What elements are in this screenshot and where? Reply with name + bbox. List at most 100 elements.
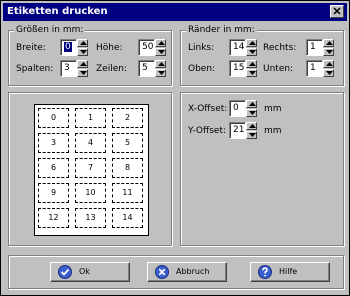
links-up-button[interactable]	[246, 39, 257, 47]
spalten-up-button[interactable]	[77, 60, 88, 68]
unten-input[interactable]: 1	[306, 60, 323, 77]
x-offset-down-button[interactable]	[246, 109, 257, 117]
cancel-icon	[155, 265, 169, 279]
rechts-label: Rechts:	[263, 43, 297, 53]
hoehe-down-button[interactable]	[155, 48, 166, 56]
rechts-up-button[interactable]	[323, 39, 334, 47]
unten-down-button[interactable]	[323, 69, 334, 77]
checkmark-icon	[58, 265, 72, 279]
arrow-down-icon	[158, 50, 165, 54]
spalten-spinner: 3	[60, 60, 88, 77]
arrow-down-icon	[158, 71, 165, 75]
ok-button[interactable]: Ok	[50, 262, 130, 282]
x-offset-up-button[interactable]	[246, 100, 257, 108]
oben-down-button[interactable]	[246, 69, 257, 77]
label-cell: 2	[112, 108, 143, 128]
arrow-up-icon	[326, 41, 333, 45]
arrow-down-icon	[80, 71, 87, 75]
links-spinner: 14	[229, 39, 257, 56]
arrow-up-icon	[80, 41, 87, 45]
label-sheet-preview: 0 1 2 3 4 5 6 7 8 9 10 11 12 13 14	[34, 104, 149, 236]
help-icon	[258, 265, 272, 279]
breite-label: Breite:	[16, 43, 46, 53]
x-offset-spinner: 0	[229, 100, 257, 117]
breite-down-button[interactable]	[77, 48, 88, 56]
oben-spinner: 15	[229, 60, 257, 77]
arrow-up-icon	[249, 102, 256, 106]
links-down-button[interactable]	[246, 48, 257, 56]
close-icon	[333, 7, 341, 15]
label-cell: 8	[112, 158, 143, 178]
oben-up-button[interactable]	[246, 60, 257, 68]
arrow-up-icon	[249, 62, 256, 66]
arrow-down-icon	[249, 111, 256, 115]
x-offset-label: X-Offset:	[188, 104, 228, 114]
sizes-legend: Größen in mm:	[14, 25, 86, 35]
breite-up-button[interactable]	[77, 39, 88, 47]
abbruch-button[interactable]: Abbruch	[147, 262, 227, 282]
unten-spinner: 1	[306, 60, 334, 77]
zeilen-down-button[interactable]	[155, 69, 166, 77]
arrow-up-icon	[158, 41, 165, 45]
hoehe-label: Höhe:	[96, 43, 123, 53]
spalten-down-button[interactable]	[77, 69, 88, 77]
y-offset-input[interactable]: 21	[229, 122, 246, 139]
label-cell: 1	[75, 108, 106, 128]
label-cell: 12	[38, 208, 69, 228]
oben-input[interactable]: 15	[229, 60, 246, 77]
y-offset-unit: mm	[264, 126, 282, 136]
hilfe-button[interactable]: Hilfe	[250, 262, 330, 282]
spalten-input[interactable]: 3	[60, 60, 77, 77]
arrow-down-icon	[326, 71, 333, 75]
arrow-down-icon	[249, 50, 256, 54]
arrow-up-icon	[326, 62, 333, 66]
abbruch-label: Abbruch	[176, 267, 210, 276]
offset-group	[180, 92, 344, 246]
window-title: Etiketten drucken	[7, 6, 108, 17]
x-offset-unit: mm	[264, 104, 282, 114]
arrow-down-icon	[80, 50, 87, 54]
zeilen-up-button[interactable]	[155, 60, 166, 68]
breite-spinner: 0	[60, 39, 88, 56]
label-cell: 0	[38, 108, 69, 128]
arrow-down-icon	[326, 50, 333, 54]
label-cell: 4	[75, 133, 106, 153]
y-offset-label: Y-Offset:	[188, 126, 226, 136]
label-cell: 3	[38, 133, 69, 153]
label-cell: 7	[75, 158, 106, 178]
print-labels-dialog: Etiketten drucken Größen in mm: Breite: …	[0, 0, 350, 296]
arrow-up-icon	[249, 41, 256, 45]
unten-label: Unten:	[263, 64, 294, 74]
arrow-up-icon	[158, 62, 165, 66]
hoehe-up-button[interactable]	[155, 39, 166, 47]
title-bar[interactable]: Etiketten drucken	[3, 3, 347, 21]
breite-input[interactable]: 0	[60, 39, 77, 56]
label-cell: 6	[38, 158, 69, 178]
y-offset-down-button[interactable]	[246, 131, 257, 139]
hilfe-label: Hilfe	[279, 267, 298, 276]
rechts-down-button[interactable]	[323, 48, 334, 56]
zeilen-label: Zeilen:	[96, 64, 127, 74]
links-label: Links:	[188, 43, 215, 53]
hoehe-input[interactable]: 50	[138, 39, 155, 56]
label-cell: 13	[75, 208, 106, 228]
arrow-up-icon	[80, 62, 87, 66]
arrow-down-icon	[249, 133, 256, 137]
rechts-input[interactable]: 1	[306, 39, 323, 56]
label-cell: 14	[112, 208, 143, 228]
arrow-up-icon	[249, 124, 256, 128]
zeilen-input[interactable]: 5	[138, 60, 155, 77]
oben-label: Oben:	[188, 64, 216, 74]
x-offset-input[interactable]: 0	[229, 100, 246, 117]
close-button[interactable]	[330, 5, 344, 18]
y-offset-up-button[interactable]	[246, 122, 257, 130]
zeilen-spinner: 5	[138, 60, 166, 77]
unten-up-button[interactable]	[323, 60, 334, 68]
label-cell: 10	[75, 183, 106, 203]
arrow-down-icon	[249, 71, 256, 75]
hoehe-spinner: 50	[138, 39, 166, 56]
ok-label: Ok	[79, 267, 90, 276]
links-input[interactable]: 14	[229, 39, 246, 56]
spalten-label: Spalten:	[16, 64, 54, 74]
rechts-spinner: 1	[306, 39, 334, 56]
